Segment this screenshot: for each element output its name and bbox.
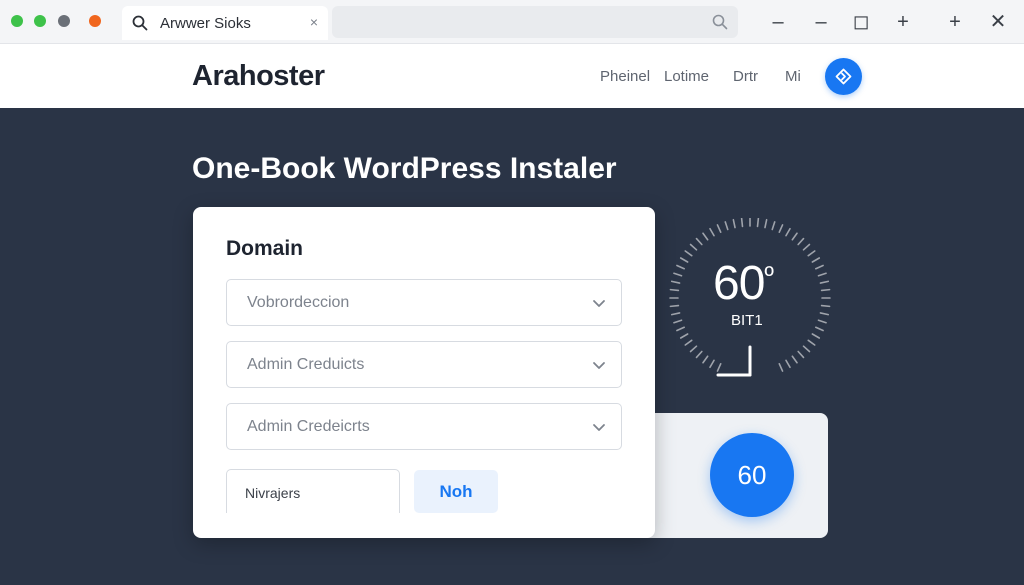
window-dot-gray[interactable]: [58, 15, 70, 27]
gauge-tick: [669, 304, 680, 308]
domain-select-value: Vobrordeccion: [247, 294, 350, 311]
diamond-arrow-icon: [835, 68, 852, 85]
page-title: One-Book WordPress Instaler: [192, 152, 617, 185]
gauge-tick: [778, 224, 784, 234]
nav-item-3[interactable]: Drtr: [733, 68, 758, 85]
window-ctrl-new-tab[interactable]: +: [943, 10, 967, 34]
domain-select[interactable]: Vobrordeccion: [226, 279, 622, 326]
gauge-tick: [817, 272, 827, 277]
gauge-tick: [684, 339, 693, 346]
value-badge[interactable]: 60: [710, 433, 794, 517]
gauge-tick: [811, 333, 821, 339]
submit-button[interactable]: Noh: [414, 470, 498, 513]
gauge-tick: [819, 280, 830, 284]
gauge-tick: [811, 257, 821, 263]
admin-credentials-value: Admin Creduicts: [247, 356, 365, 373]
window-ctrl-close[interactable]: ✕: [986, 10, 1010, 34]
gauge-value: 60º: [713, 257, 774, 310]
gauge-tick: [670, 312, 681, 316]
gauge-tick: [676, 326, 686, 332]
nav-item-4[interactable]: Mi: [785, 68, 801, 85]
admin-credentials-select-2[interactable]: Admin Credeicrts: [226, 403, 622, 450]
gauge-tick: [814, 326, 824, 332]
gauge-tick: [689, 345, 698, 353]
window-dot-orange[interactable]: [89, 15, 101, 27]
gauge-tick: [724, 221, 729, 231]
gauge-tick: [785, 227, 791, 237]
admin-credentials-value-2: Admin Credeicrts: [247, 418, 370, 435]
gauge-tick: [819, 312, 830, 316]
gauge-tick: [709, 227, 715, 237]
gauge-tick: [695, 350, 703, 359]
gauge-tick: [679, 333, 689, 339]
chevron-down-icon: [593, 424, 605, 431]
gauge-tick: [716, 224, 722, 234]
gauge-tick: [740, 218, 744, 228]
gauge-tick: [756, 218, 760, 228]
gauge-tick: [820, 304, 831, 308]
gauge-tick: [817, 319, 827, 324]
gauge-tick: [702, 232, 709, 241]
site-header: Arahoster Pheinel Lotime Drtr Mi: [0, 44, 1024, 108]
gauge-tick: [814, 264, 824, 270]
gauge-tick: [764, 218, 768, 229]
nav-action-button[interactable]: [825, 58, 862, 95]
gauge-tick: [778, 362, 784, 372]
mini-input-value: Nivrajers: [245, 485, 301, 501]
domain-label: Domain: [226, 237, 304, 260]
gauge-tick: [670, 280, 681, 284]
gauge-tick: [791, 355, 798, 364]
admin-credentials-select[interactable]: Admin Creduicts: [226, 341, 622, 388]
chevron-down-icon: [593, 300, 605, 307]
gauge-tick: [820, 288, 831, 292]
gauge-tick: [684, 250, 693, 257]
window-ctrl-dashes[interactable]: – –: [766, 10, 790, 57]
mini-input[interactable]: Nivrajers: [226, 469, 400, 513]
window-ctrl-add[interactable]: +: [891, 10, 915, 34]
gauge-tick: [732, 218, 736, 229]
gauge-tick: [679, 257, 689, 263]
nav-item-1[interactable]: Pheinel: [600, 68, 650, 85]
gauge-tick: [673, 272, 683, 277]
gauge-tick: [673, 319, 683, 324]
site-logo[interactable]: Arahoster: [192, 60, 325, 93]
gauge-tick: [785, 359, 791, 369]
gauge-unit: BIT1: [731, 312, 763, 329]
gauge-tick: [695, 237, 703, 246]
window-dot-green-2[interactable]: [34, 15, 46, 27]
gauge-tick: [716, 362, 722, 372]
window-ctrl-minimize[interactable]: –: [809, 10, 833, 34]
gauge-tick: [797, 350, 805, 359]
gauge-tick: [791, 232, 798, 241]
address-bar[interactable]: [332, 6, 738, 38]
gauge-tick: [709, 359, 715, 369]
gauge-tick: [676, 264, 686, 270]
window-dot-green[interactable]: [11, 15, 23, 27]
gauge-tick: [807, 339, 816, 346]
gauge-tick: [802, 243, 811, 251]
tab-title: Arwwer Sioks: [160, 15, 251, 32]
gauge-tick: [689, 243, 698, 251]
gauge-tick: [702, 355, 709, 364]
chevron-down-icon: [593, 362, 605, 369]
gauge-tick: [802, 345, 811, 353]
gauge-tick: [771, 221, 776, 231]
tab-close-icon[interactable]: ×: [310, 14, 318, 30]
gauge-tick: [797, 237, 805, 246]
browser-tab[interactable]: Arwwer Sioks ×: [122, 6, 328, 40]
browser-chrome: Arwwer Sioks × – – – ◻ + + ✕: [0, 0, 1024, 57]
nav-item-2[interactable]: Lotime: [664, 68, 709, 85]
search-icon: [132, 15, 148, 31]
address-search-icon[interactable]: [712, 14, 728, 30]
gauge-tick: [807, 250, 816, 257]
installer-card: Domain Vobrordeccion Admin Creduicts Adm…: [193, 207, 655, 538]
gauge-tick: [669, 288, 680, 292]
window-ctrl-maximize[interactable]: ◻: [849, 10, 873, 34]
